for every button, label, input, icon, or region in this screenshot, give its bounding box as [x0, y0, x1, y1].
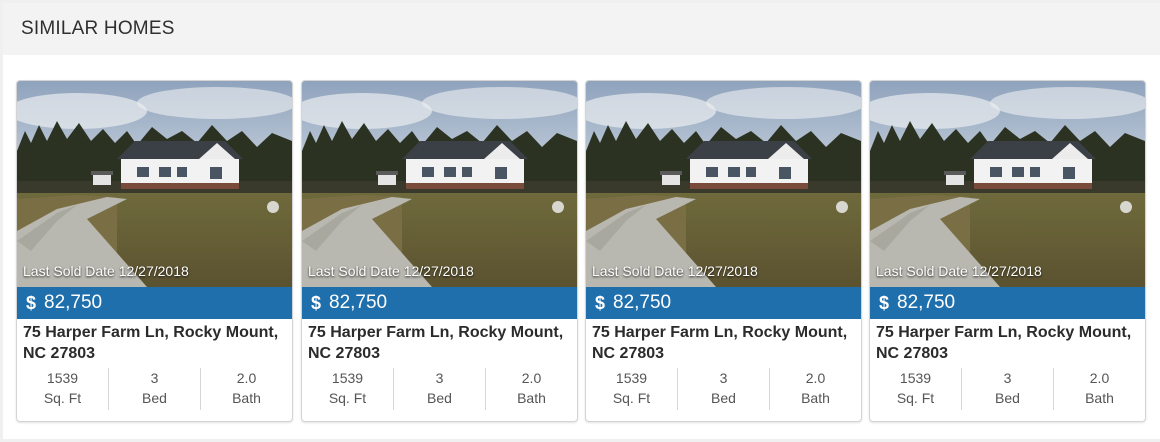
- stat-sqft: 1539 Sq. Ft: [870, 368, 962, 410]
- address-line2: NC 27803: [592, 345, 665, 362]
- stat-label: Sq. Ft: [43, 390, 82, 406]
- listing-card[interactable]: Last Sold Date 12/27/2018 $ 82,750 75 Ha…: [301, 80, 578, 422]
- stat-bath: 2.0 Bath: [486, 368, 577, 410]
- address-line1: 75 Harper Farm Ln, Rocky Mount,: [23, 324, 279, 341]
- listing-address[interactable]: 75 Harper Farm Ln, Rocky Mount, NC 27803: [17, 319, 292, 367]
- listing-card[interactable]: Last Sold Date 12/27/2018 $ 82,750 75 Ha…: [585, 80, 862, 422]
- listing-address[interactable]: 75 Harper Farm Ln, Rocky Mount, NC 27803: [302, 319, 577, 367]
- stat-label: Sq. Ft: [612, 390, 651, 406]
- listing-card[interactable]: Last Sold Date 12/27/2018 $ 82,750 75 Ha…: [16, 80, 293, 422]
- address-line2: NC 27803: [23, 345, 96, 362]
- stat-bath: 2.0 Bath: [1054, 368, 1145, 410]
- listing-stats: 1539 Sq. Ft 3 Bed 2.0 Bath: [17, 368, 292, 410]
- address-line1: 75 Harper Farm Ln, Rocky Mount,: [876, 324, 1132, 341]
- listing-card[interactable]: Last Sold Date 12/27/2018 $ 82,750 75 Ha…: [869, 80, 1146, 422]
- listing-photo[interactable]: Last Sold Date 12/27/2018: [17, 81, 292, 287]
- price-bar: $ 82,750: [870, 287, 1145, 319]
- stat-value: 2.0: [805, 370, 826, 386]
- stat-value: 1539: [46, 370, 79, 386]
- stat-bath: 2.0 Bath: [770, 368, 861, 410]
- last-sold-date: Last Sold Date 12/27/2018: [308, 263, 474, 279]
- stat-label: Bed: [142, 390, 167, 406]
- listing-photo[interactable]: Last Sold Date 12/27/2018: [586, 81, 861, 287]
- stat-value: 3: [1003, 370, 1012, 386]
- stat-bed: 3 Bed: [962, 368, 1054, 410]
- listing-stats: 1539 Sq. Ft 3 Bed 2.0 Bath: [870, 368, 1145, 410]
- section-title: SIMILAR HOMES: [21, 18, 175, 39]
- listing-photo[interactable]: Last Sold Date 12/27/2018: [870, 81, 1145, 287]
- stat-label: Bath: [1085, 390, 1114, 406]
- stat-bath: 2.0 Bath: [201, 368, 292, 410]
- stat-value: 3: [150, 370, 159, 386]
- stat-label: Bath: [517, 390, 546, 406]
- stat-value: 2.0: [1089, 370, 1110, 386]
- listing-stats: 1539 Sq. Ft 3 Bed 2.0 Bath: [302, 368, 577, 410]
- last-sold-date: Last Sold Date 12/27/2018: [23, 263, 189, 279]
- address-line2: NC 27803: [308, 345, 381, 362]
- stat-label: Bath: [232, 390, 261, 406]
- house-photo-image: [302, 81, 577, 287]
- listing-address[interactable]: 75 Harper Farm Ln, Rocky Mount, NC 27803: [586, 319, 861, 367]
- stat-label: Sq. Ft: [896, 390, 935, 406]
- listing-photo[interactable]: Last Sold Date 12/27/2018: [302, 81, 577, 287]
- price-bar: $ 82,750: [586, 287, 861, 319]
- stat-label: Bed: [995, 390, 1020, 406]
- listing-cards: Last Sold Date 12/27/2018 $ 82,750 75 Ha…: [16, 80, 1151, 422]
- price-value: 82,750: [613, 292, 672, 313]
- stat-value: 1539: [899, 370, 932, 386]
- stat-sqft: 1539 Sq. Ft: [586, 368, 678, 410]
- address-line1: 75 Harper Farm Ln, Rocky Mount,: [592, 324, 848, 341]
- stat-value: 1539: [331, 370, 364, 386]
- house-photo-image: [870, 81, 1145, 287]
- listing-stats: 1539 Sq. Ft 3 Bed 2.0 Bath: [586, 368, 861, 410]
- stat-value: 2.0: [521, 370, 542, 386]
- address-line1: 75 Harper Farm Ln, Rocky Mount,: [308, 324, 564, 341]
- stat-value: 3: [719, 370, 728, 386]
- stat-sqft: 1539 Sq. Ft: [302, 368, 394, 410]
- stat-label: Bath: [801, 390, 830, 406]
- stat-label: Sq. Ft: [328, 390, 367, 406]
- listing-address[interactable]: 75 Harper Farm Ln, Rocky Mount, NC 27803: [870, 319, 1145, 367]
- similar-homes-panel: SIMILAR HOMES Last Sold Date 12/27/2018 …: [3, 3, 1160, 439]
- stat-bed: 3 Bed: [678, 368, 770, 410]
- last-sold-date: Last Sold Date 12/27/2018: [876, 263, 1042, 279]
- house-photo-image: [17, 81, 292, 287]
- address-line2: NC 27803: [876, 345, 949, 362]
- currency-symbol: $: [311, 292, 322, 313]
- price-bar: $ 82,750: [17, 287, 292, 319]
- price-bar: $ 82,750: [302, 287, 577, 319]
- stat-bed: 3 Bed: [109, 368, 201, 410]
- last-sold-date: Last Sold Date 12/27/2018: [592, 263, 758, 279]
- price-value: 82,750: [897, 292, 956, 313]
- stat-value: 2.0: [236, 370, 257, 386]
- stat-sqft: 1539 Sq. Ft: [17, 368, 109, 410]
- stat-label: Bed: [711, 390, 736, 406]
- price-value: 82,750: [329, 292, 388, 313]
- stat-bed: 3 Bed: [394, 368, 486, 410]
- house-photo-image: [586, 81, 861, 287]
- currency-symbol: $: [26, 292, 37, 313]
- stat-value: 1539: [615, 370, 648, 386]
- stat-label: Bed: [427, 390, 452, 406]
- panel-header: SIMILAR HOMES: [3, 3, 1160, 55]
- price-value: 82,750: [44, 292, 103, 313]
- currency-symbol: $: [595, 292, 606, 313]
- stat-value: 3: [435, 370, 444, 386]
- currency-symbol: $: [879, 292, 890, 313]
